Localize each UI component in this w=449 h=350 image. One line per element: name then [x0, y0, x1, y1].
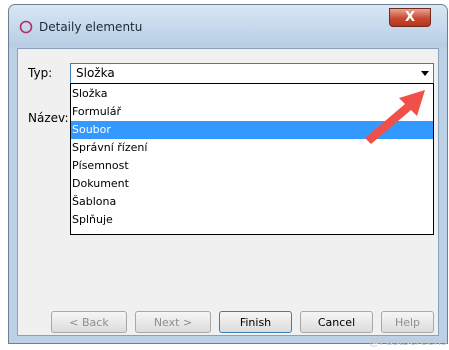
watermark-text: @FastScreens — [369, 335, 447, 348]
dropdown-item-splnuje[interactable]: Splňuje — [71, 211, 433, 229]
dialog-window: Detaily elementu X Typ: Název: Složka Sl… — [8, 4, 448, 344]
dropdown-item-sablona[interactable]: Šablona — [71, 193, 433, 211]
annotation-arrow-icon — [365, 90, 425, 144]
typ-combobox[interactable]: Složka — [70, 63, 434, 84]
title-bar[interactable]: Detaily elementu X — [9, 5, 447, 47]
finish-button[interactable]: Finish — [219, 311, 292, 333]
typ-selected-value: Složka — [76, 66, 115, 80]
dropdown-item-dokument[interactable]: Dokument — [71, 175, 433, 193]
close-button[interactable]: X — [389, 8, 431, 27]
dropdown-arrow-icon[interactable] — [421, 71, 429, 76]
back-button[interactable]: < Back — [51, 311, 127, 333]
cancel-button[interactable]: Cancel — [300, 311, 373, 333]
next-button[interactable]: Next > — [135, 311, 211, 333]
nazev-label: Název: — [28, 111, 69, 125]
typ-label: Typ: — [28, 66, 53, 80]
dropdown-item-pisemnost[interactable]: Písemnost — [71, 157, 433, 175]
close-icon: X — [404, 10, 416, 25]
app-icon — [19, 20, 33, 34]
window-title: Detaily elementu — [39, 20, 143, 34]
help-button[interactable]: Help — [381, 311, 434, 333]
dialog-body: Typ: Název: Složka Složka Formulář Soubo… — [17, 48, 439, 336]
